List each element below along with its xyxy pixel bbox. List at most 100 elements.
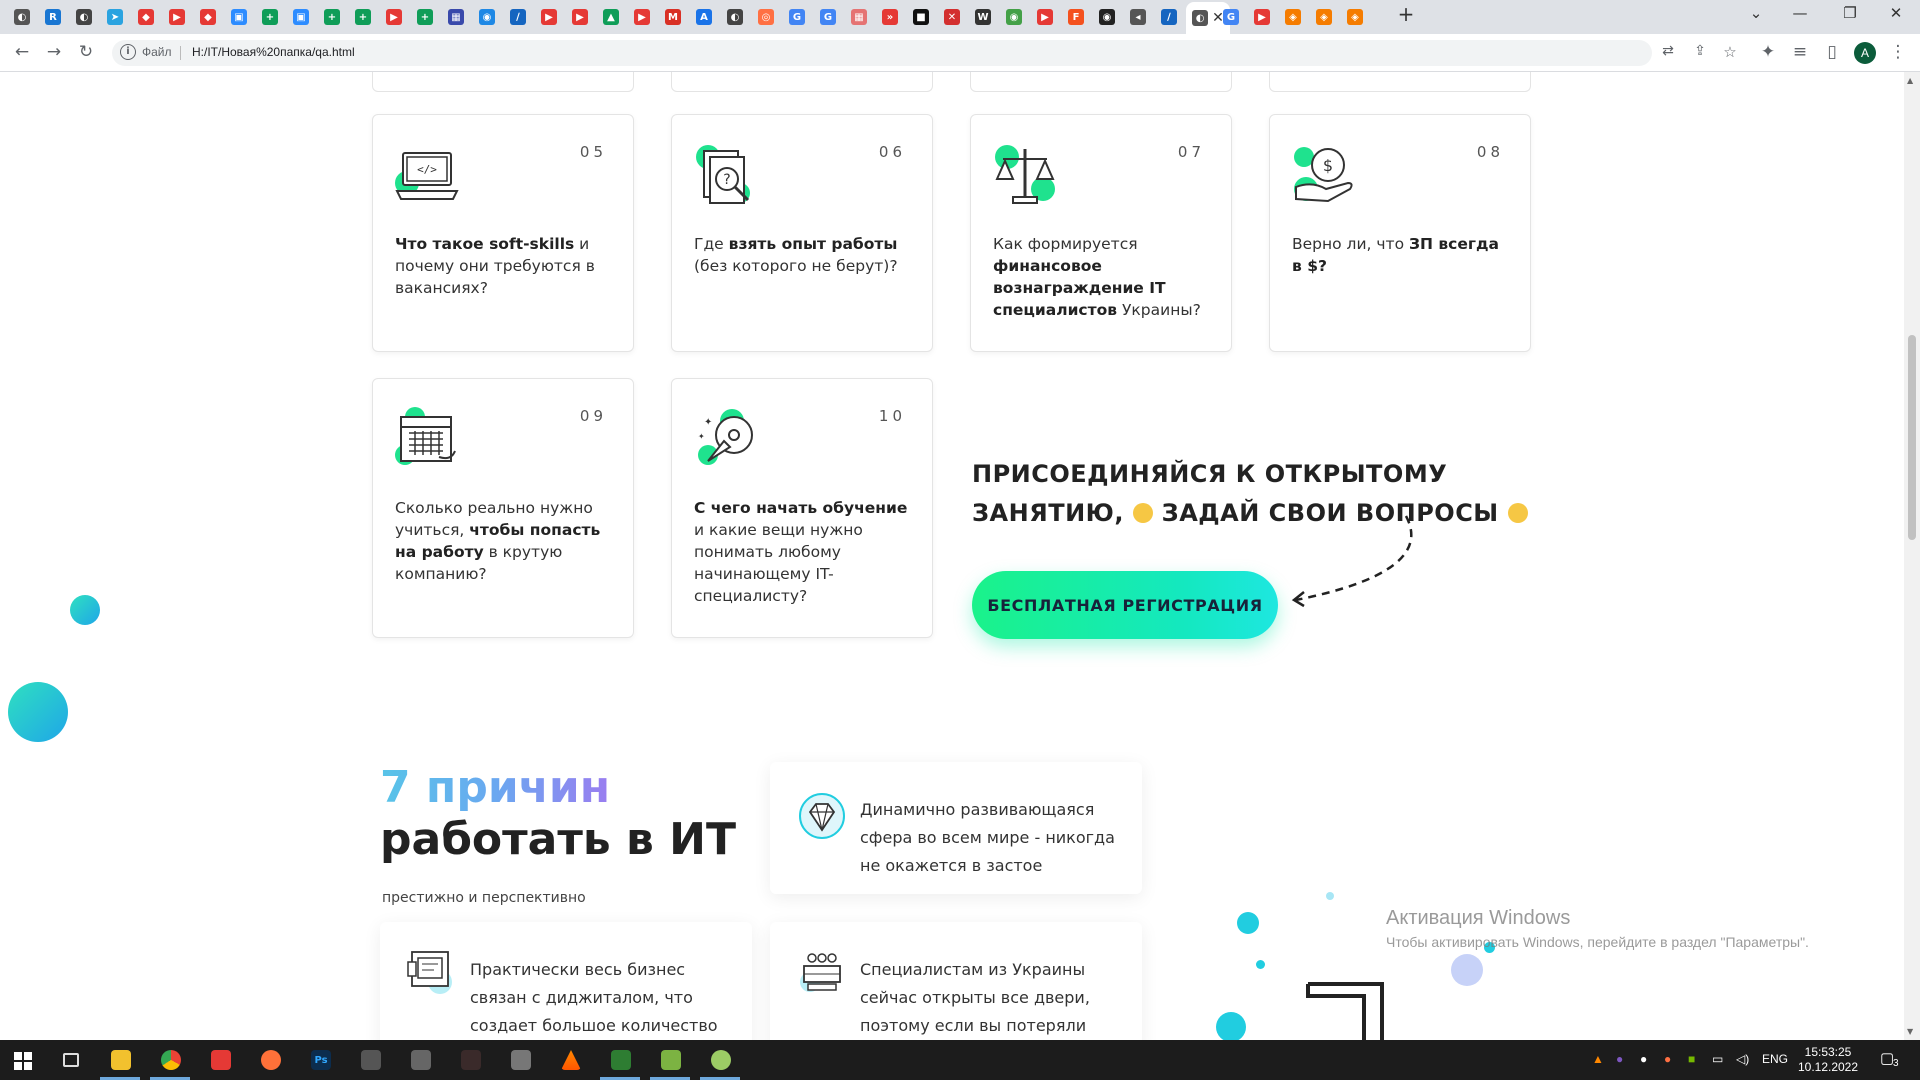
browser-tab[interactable]: ▶: [628, 4, 656, 30]
browser-tab[interactable]: ■: [907, 4, 935, 30]
translate-icon[interactable]: ⇄: [1656, 43, 1680, 59]
browser-tab[interactable]: ▦: [442, 4, 470, 30]
media-controls-icon[interactable]: ≡: [1788, 42, 1812, 62]
browser-tab[interactable]: ➤: [101, 4, 129, 30]
browser-tab[interactable]: ∕: [1155, 4, 1183, 30]
forward-button[interactable]: →: [42, 42, 66, 62]
page-scrollbar[interactable]: ▲ ▼: [1904, 72, 1920, 1040]
tab-favicon-icon: +: [355, 9, 371, 25]
file-explorer-icon[interactable]: [108, 1048, 134, 1072]
browser-tab[interactable]: +: [411, 4, 439, 30]
windows-start-icon[interactable]: [14, 1052, 32, 1070]
browser-tab[interactable]: ◆: [132, 4, 160, 30]
game-taskbar-icon[interactable]: [408, 1048, 434, 1072]
taskbar-clock[interactable]: 15:53:25 10.12.2022: [1796, 1045, 1860, 1075]
decorative-dot: [1256, 960, 1265, 969]
browser-tab[interactable]: G: [783, 4, 811, 30]
browser-tab[interactable]: ◐: [721, 4, 749, 30]
minimize-button[interactable]: —: [1780, 4, 1820, 22]
browser-tab[interactable]: ▶: [380, 4, 408, 30]
firefox-taskbar-icon[interactable]: [258, 1048, 284, 1072]
browser-tab[interactable]: ◆: [194, 4, 222, 30]
app-taskbar-icon[interactable]: [658, 1048, 684, 1072]
browser-tab[interactable]: +: [256, 4, 284, 30]
browser-tab[interactable]: ▣: [225, 4, 253, 30]
app-taskbar-icon[interactable]: [708, 1048, 734, 1072]
browser-tab[interactable]: ◈: [1341, 4, 1369, 30]
browser-tab[interactable]: W: [969, 4, 997, 30]
task-view-icon[interactable]: [58, 1048, 84, 1072]
tray-app-icon[interactable]: ●: [1640, 1052, 1647, 1066]
browser-tab[interactable]: ▶: [1031, 4, 1059, 30]
browser-tab[interactable]: ▶: [566, 4, 594, 30]
address-bar[interactable]: i Файл H:/IT/Новая%20папка/qa.html ⇄ ⇪ ☆: [112, 40, 1737, 66]
share-icon[interactable]: ⇪: [1688, 43, 1712, 59]
close-window-button[interactable]: ✕: [1876, 4, 1916, 22]
card-number: 10: [878, 407, 906, 425]
browser-tab[interactable]: »: [876, 4, 904, 30]
tray-viber-icon[interactable]: ●: [1616, 1052, 1623, 1066]
reload-button[interactable]: ↻: [74, 42, 98, 62]
browser-tab[interactable]: R: [39, 4, 67, 30]
scrollbar-thumb[interactable]: [1908, 335, 1916, 540]
browser-tab[interactable]: +: [349, 4, 377, 30]
tab-search-icon[interactable]: ⌄: [1736, 4, 1776, 22]
browser-tab[interactable]: ◉: [473, 4, 501, 30]
app-taskbar-icon[interactable]: [608, 1048, 634, 1072]
tray-vlc-icon[interactable]: ▲: [1592, 1052, 1604, 1066]
restore-button[interactable]: ❐: [1830, 4, 1870, 22]
vlc-taskbar-icon[interactable]: [558, 1048, 584, 1072]
reasons-subtitle: престижно и перспективно: [382, 890, 586, 906]
tray-network-icon[interactable]: ▭: [1712, 1052, 1723, 1066]
browser-tab[interactable]: +: [318, 4, 346, 30]
tray-nvidia-icon[interactable]: ■: [1688, 1052, 1695, 1066]
browser-tab[interactable]: ▶: [1248, 4, 1276, 30]
dashed-arrow-icon: [1291, 515, 1413, 608]
browser-tab[interactable]: ◉: [1093, 4, 1121, 30]
browser-tab[interactable]: ▶: [535, 4, 563, 30]
extensions-icon[interactable]: ✦: [1756, 42, 1780, 62]
bookmark-star-icon[interactable]: ☆: [1718, 43, 1742, 61]
browser-tab[interactable]: ▲: [597, 4, 625, 30]
browser-tab[interactable]: ▣: [287, 4, 315, 30]
browser-tab[interactable]: ◈: [1310, 4, 1338, 30]
browser-tab[interactable]: ∕: [504, 4, 532, 30]
tray-volume-icon[interactable]: ◁): [1736, 1052, 1749, 1066]
profile-avatar[interactable]: A: [1854, 42, 1876, 64]
side-panel-icon[interactable]: ▯: [1820, 42, 1844, 62]
browser-tab[interactable]: ▶: [163, 4, 191, 30]
chrome-taskbar-icon[interactable]: [158, 1048, 184, 1072]
scroll-up-arrow-icon[interactable]: ▲: [1907, 76, 1913, 85]
browser-tab[interactable]: ✕: [938, 4, 966, 30]
photoshop-taskbar-icon[interactable]: Ps: [308, 1048, 334, 1072]
menu-icon[interactable]: ⋮: [1886, 42, 1910, 62]
browser-tab[interactable]: ◉: [1000, 4, 1028, 30]
decorative-dot: [70, 595, 100, 625]
browser-tab[interactable]: ◈: [1279, 4, 1307, 30]
browser-tab[interactable]: M: [659, 4, 687, 30]
browser-tab[interactable]: ◎: [752, 4, 780, 30]
question-card: $ 08 Верно ли, что ЗП всегда в $?: [1269, 114, 1531, 352]
browser-tab[interactable]: ◂: [1124, 4, 1152, 30]
browser-tab[interactable]: G: [814, 4, 842, 30]
windows-activation-watermark: Активация Windows Чтобы активировать Win…: [1386, 907, 1809, 950]
game-taskbar-icon[interactable]: [358, 1048, 384, 1072]
tray-app-icon[interactable]: ●: [1664, 1052, 1671, 1066]
browser-tab[interactable]: G: [1217, 4, 1245, 30]
browser-tab[interactable]: F: [1062, 4, 1090, 30]
app-taskbar-icon[interactable]: [208, 1048, 234, 1072]
back-button[interactable]: ←: [10, 42, 34, 62]
browser-tab[interactable]: ◐: [70, 4, 98, 30]
language-indicator[interactable]: ENG: [1762, 1052, 1788, 1066]
browser-tab[interactable]: A: [690, 4, 718, 30]
game-taskbar-icon[interactable]: [508, 1048, 534, 1072]
site-info-icon[interactable]: i: [120, 44, 136, 60]
browser-tab[interactable]: ◐: [8, 4, 36, 30]
url-text[interactable]: H:/IT/Новая%20папка/qa.html: [192, 45, 355, 59]
card-text-part: Верно ли, что: [1292, 235, 1409, 253]
game-taskbar-icon[interactable]: [458, 1048, 484, 1072]
free-registration-button[interactable]: БЕСПЛАТНАЯ РЕГИСТРАЦИЯ: [972, 571, 1278, 639]
new-tab-button[interactable]: +: [1386, 2, 1426, 26]
browser-tab[interactable]: ▦: [845, 4, 873, 30]
scroll-down-arrow-icon[interactable]: ▼: [1907, 1027, 1913, 1036]
